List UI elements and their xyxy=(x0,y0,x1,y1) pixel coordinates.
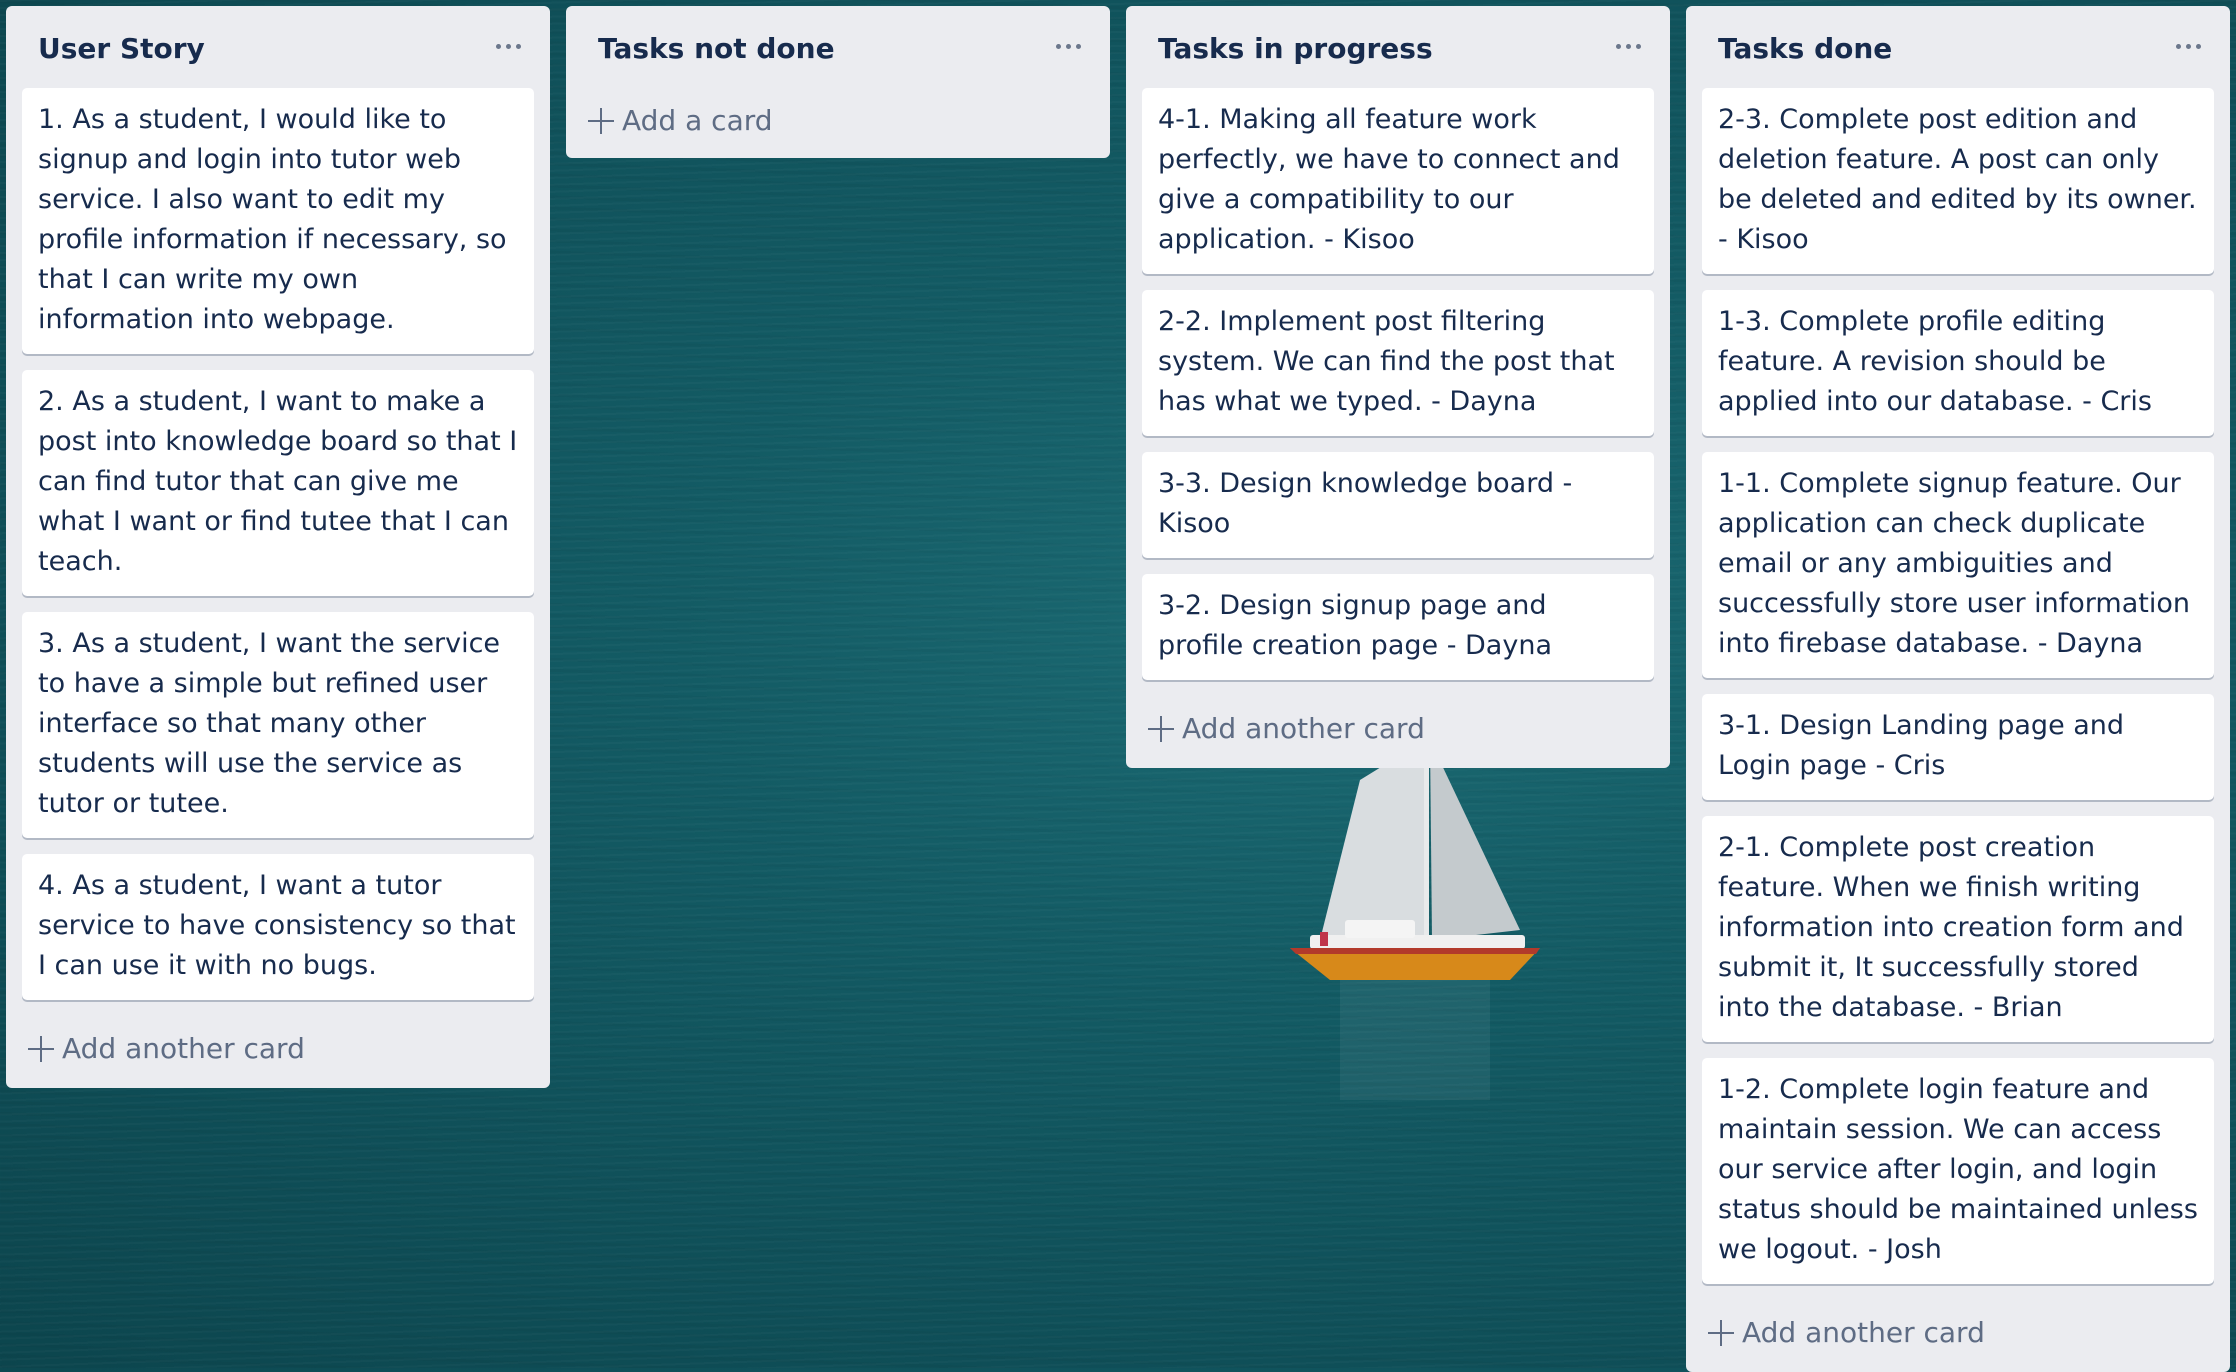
plus-icon xyxy=(1148,716,1174,742)
list-user-story: User Story 1. As a student, I would like… xyxy=(6,6,550,1088)
card[interactable]: 3. As a student, I want the service to h… xyxy=(22,612,534,838)
list-title[interactable]: User Story xyxy=(38,32,205,65)
list-tasks-in-progress: Tasks in progress 4-1. Making all featur… xyxy=(1126,6,1670,768)
list-title[interactable]: Tasks in progress xyxy=(1158,32,1433,65)
add-card-label: Add a card xyxy=(622,104,773,137)
more-horizontal-icon[interactable] xyxy=(2170,28,2206,64)
list-header: Tasks in progress xyxy=(1126,6,1670,88)
card[interactable]: 1-3. Complete profile editing feature. A… xyxy=(1702,290,2214,436)
more-horizontal-icon[interactable] xyxy=(1610,28,1646,64)
add-card-label: Add another card xyxy=(62,1032,305,1065)
list-header: Tasks not done xyxy=(566,6,1110,88)
list-tasks-done: Tasks done 2-3. Complete post edition an… xyxy=(1686,6,2230,1372)
add-card-button[interactable]: Add another card xyxy=(1686,1300,2230,1372)
add-card-label: Add another card xyxy=(1182,712,1425,745)
card[interactable]: 2-1. Complete post creation feature. Whe… xyxy=(1702,816,2214,1042)
plus-icon xyxy=(588,108,614,134)
more-horizontal-icon[interactable] xyxy=(490,28,526,64)
card[interactable]: 1. As a student, I would like to signup … xyxy=(22,88,534,354)
plus-icon xyxy=(28,1036,54,1062)
add-card-label: Add another card xyxy=(1742,1316,1985,1349)
sailboat-background-image xyxy=(1290,740,1540,1100)
card[interactable]: 2-3. Complete post edition and deletion … xyxy=(1702,88,2214,274)
add-card-button[interactable]: Add another card xyxy=(1126,696,1670,768)
card[interactable]: 4-1. Making all feature work perfectly, … xyxy=(1142,88,1654,274)
card[interactable]: 3-1. Design Landing page and Login page … xyxy=(1702,694,2214,800)
card[interactable]: 1-2. Complete login feature and maintain… xyxy=(1702,1058,2214,1284)
list-title[interactable]: Tasks done xyxy=(1718,32,1892,65)
list-header: User Story xyxy=(6,6,550,88)
add-card-button[interactable]: Add another card xyxy=(6,1016,550,1088)
list-header: Tasks done xyxy=(1686,6,2230,88)
list-tasks-not-done: Tasks not done Add a card xyxy=(566,6,1110,158)
card[interactable]: 1-1. Complete signup feature. Our applic… xyxy=(1702,452,2214,678)
card[interactable]: 2-2. Implement post filtering system. We… xyxy=(1142,290,1654,436)
more-horizontal-icon[interactable] xyxy=(1050,28,1086,64)
plus-icon xyxy=(1708,1320,1734,1346)
card[interactable]: 2. As a student, I want to make a post i… xyxy=(22,370,534,596)
list-title[interactable]: Tasks not done xyxy=(598,32,835,65)
card[interactable]: 4. As a student, I want a tutor service … xyxy=(22,854,534,1000)
card[interactable]: 3-3. Design knowledge board - Kisoo xyxy=(1142,452,1654,558)
add-card-button[interactable]: Add a card xyxy=(566,88,1110,158)
card[interactable]: 3-2. Design signup page and profile crea… xyxy=(1142,574,1654,680)
